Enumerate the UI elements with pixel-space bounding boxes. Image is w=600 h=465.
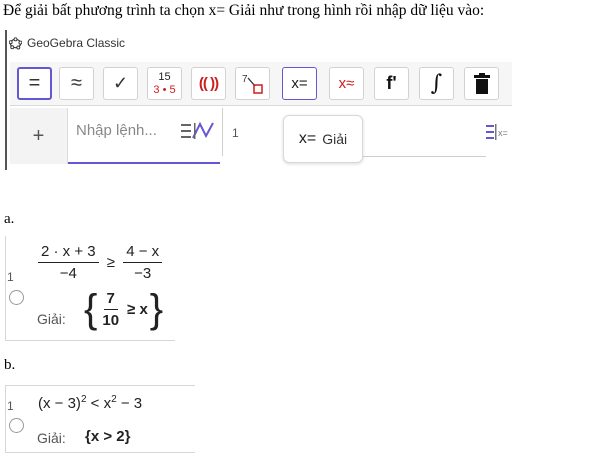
solve-tooltip: x= Giải — [283, 115, 363, 163]
part-a-cell-edge — [5, 236, 6, 340]
geogebra-logo-icon — [9, 36, 22, 49]
part-a-brace-right: } — [149, 287, 164, 331]
part-b-output-label: Giải: — [37, 430, 66, 446]
expand-tool-button[interactable]: (( )) — [191, 67, 226, 100]
part-a-result-num: 7 — [103, 290, 118, 310]
part-b-visibility-toggle[interactable] — [9, 418, 24, 433]
solve-tooltip-label: Giải — [322, 131, 348, 147]
substitute-tool-button[interactable]: 7 — [235, 67, 270, 100]
part-b-cell-edge — [5, 385, 6, 453]
nsolve-icon: x≈ — [338, 75, 355, 92]
delete-tool-button[interactable] — [464, 67, 499, 100]
part-a-result-den: 10 — [102, 311, 120, 329]
keep-input-tool-button[interactable]: ✓ — [103, 67, 138, 100]
part-b-expr-tail: − 3 — [116, 395, 143, 412]
algebra-input-row: + Nhập lệnh... 1 x= — [10, 108, 512, 164]
part-a-visibility-toggle[interactable] — [9, 290, 24, 305]
numeric-tool-button[interactable]: ≈ — [59, 67, 94, 100]
svg-text:x=: x= — [498, 128, 508, 138]
part-a-separator — [5, 340, 175, 341]
solve-numerically-tool-button[interactable]: x≈ — [329, 67, 364, 100]
derivative-icon: f' — [386, 73, 397, 93]
part-b-row-number: 1 — [7, 399, 14, 413]
cas-row-number: 1 — [232, 126, 239, 140]
part-a-result-relation: ≥ x — [127, 300, 148, 318]
derivative-tool-button[interactable]: f' — [374, 67, 409, 100]
intro-text: Để giải bất phương trình ta chọn x= Giải… — [3, 2, 485, 19]
part-a-rhs-num: 4 − x — [123, 243, 163, 263]
evaluate-icon: = — [28, 72, 41, 94]
trash-icon — [473, 72, 490, 94]
part-a-rhs-fraction: 4 − x −3 — [123, 243, 163, 282]
input-placeholder: Nhập lệnh... — [76, 122, 157, 139]
expand-icon: (( )) — [198, 75, 219, 92]
part-a-row-number: 1 — [7, 270, 14, 284]
solve-icon: x= — [291, 75, 308, 92]
part-b-top-separator — [5, 385, 195, 386]
integral-icon: ∫ — [430, 71, 443, 96]
substitute-icon: 7 — [242, 74, 263, 94]
factor-top: 15 — [158, 70, 171, 83]
command-input[interactable]: Nhập lệnh... — [68, 108, 220, 164]
plus-icon: + — [32, 124, 45, 147]
part-a-result-fraction: 7 10 — [99, 290, 122, 329]
solve-tooltip-icon: x= — [298, 130, 317, 147]
cas-menu-icon[interactable]: x= — [485, 122, 511, 142]
graph-toggle-icon[interactable] — [180, 120, 218, 142]
app-title: GeoGebra Classic — [27, 36, 126, 50]
part-b-label: b. — [4, 357, 16, 373]
app-title-bar: GeoGebra Classic — [9, 36, 125, 50]
check-icon: ✓ — [112, 73, 129, 93]
integral-tool-button[interactable]: ∫ — [419, 67, 454, 100]
part-b-expr-base: (x − 3) — [38, 395, 81, 412]
part-a-lhs-num: 2 · x + 3 — [38, 243, 99, 263]
part-b-input[interactable]: (x − 3)2 < x2 − 3 — [38, 394, 142, 412]
part-a-output-label: Giải: — [37, 311, 66, 327]
part-a-brace-left: { — [84, 287, 98, 331]
part-a-output: { 7 10 ≥ x } — [84, 289, 163, 329]
part-a-rhs-den: −3 — [134, 265, 152, 282]
approx-icon: ≈ — [71, 72, 82, 94]
part-b-bottom-separator — [5, 452, 195, 453]
part-b-expr-rel: < x — [86, 395, 112, 412]
view-divider — [222, 108, 223, 156]
part-a-relation: ≥ — [106, 254, 116, 271]
part-a-label: a. — [4, 211, 15, 227]
part-a-lhs-fraction: 2 · x + 3 −4 — [38, 243, 99, 282]
solve-tool-button[interactable]: x= — [282, 67, 317, 100]
factor-tool-button[interactable]: 15 3 • 5 — [147, 67, 182, 100]
svg-text:7: 7 — [242, 74, 248, 85]
part-a-input[interactable]: 2 · x + 3 −4 ≥ 4 − x −3 — [38, 243, 163, 282]
add-item-button[interactable]: + — [10, 108, 68, 164]
window-left-edge — [5, 30, 7, 170]
cas-toolbar: = ≈ ✓ 15 3 • 5 (( )) 7 x= x≈ f' ∫ — [10, 62, 512, 106]
factor-bottom: 3 • 5 — [153, 83, 176, 96]
evaluate-tool-button[interactable]: = — [17, 67, 52, 100]
part-a-lhs-den: −4 — [59, 265, 77, 282]
part-b-output: {x > 2} — [85, 428, 131, 445]
